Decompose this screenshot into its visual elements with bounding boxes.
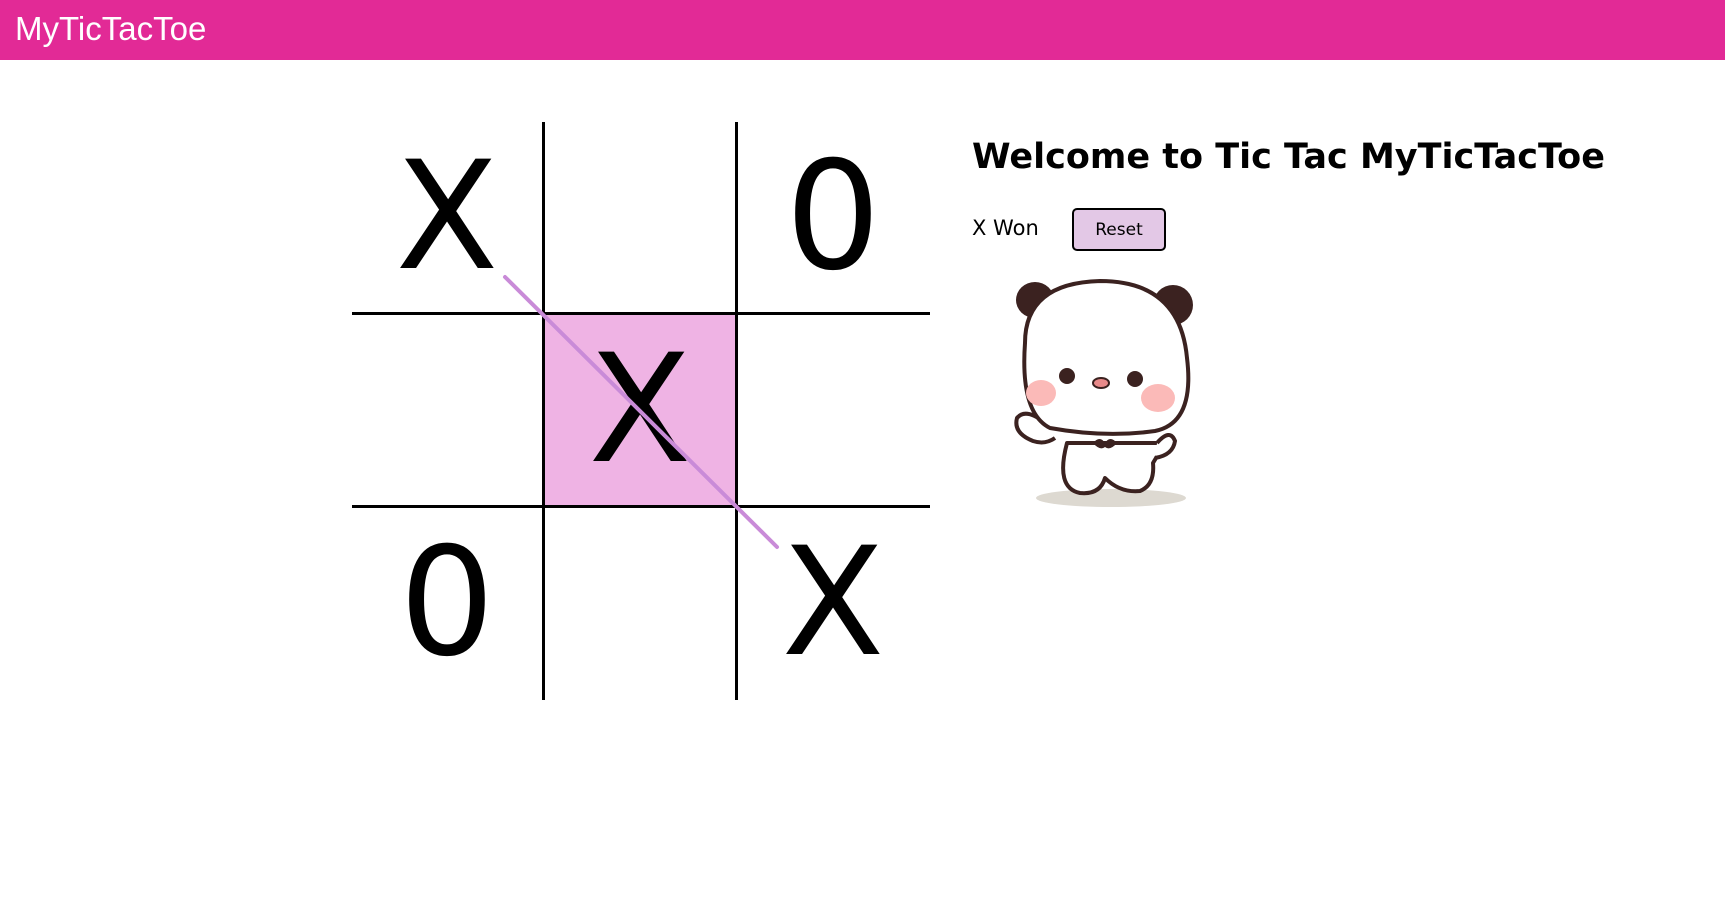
board-cell-6[interactable]: [738, 315, 928, 505]
board-cell-2[interactable]: [545, 122, 735, 312]
panda-mascot-icon: [1014, 278, 1193, 507]
game-panel: Welcome to Tic Tac MyTicTacToe X Won Res…: [972, 132, 1605, 251]
app-title: MyTicTacToe: [15, 10, 207, 47]
board-cell-4[interactable]: [352, 315, 542, 505]
board-cell-9[interactable]: X: [738, 508, 928, 698]
reset-button[interactable]: Reset: [1072, 208, 1166, 251]
board-cell-3[interactable]: 0: [738, 122, 928, 312]
grid-line-horizontal-1: [352, 312, 930, 315]
grid-line-vertical-1: [542, 122, 545, 700]
game-board: X 0 X 0 X: [352, 122, 930, 700]
board-cell-8[interactable]: [545, 508, 735, 698]
grid-line-horizontal-2: [352, 505, 930, 508]
board-cell-5[interactable]: X: [545, 315, 735, 505]
board-cell-7[interactable]: 0: [352, 508, 542, 698]
game-status: X Won: [972, 216, 1039, 240]
board-cell-1[interactable]: X: [352, 122, 542, 312]
welcome-heading: Welcome to Tic Tac MyTicTacToe: [972, 137, 1605, 177]
grid-line-vertical-2: [735, 122, 738, 700]
app-header: MyTicTacToe: [0, 0, 1725, 60]
